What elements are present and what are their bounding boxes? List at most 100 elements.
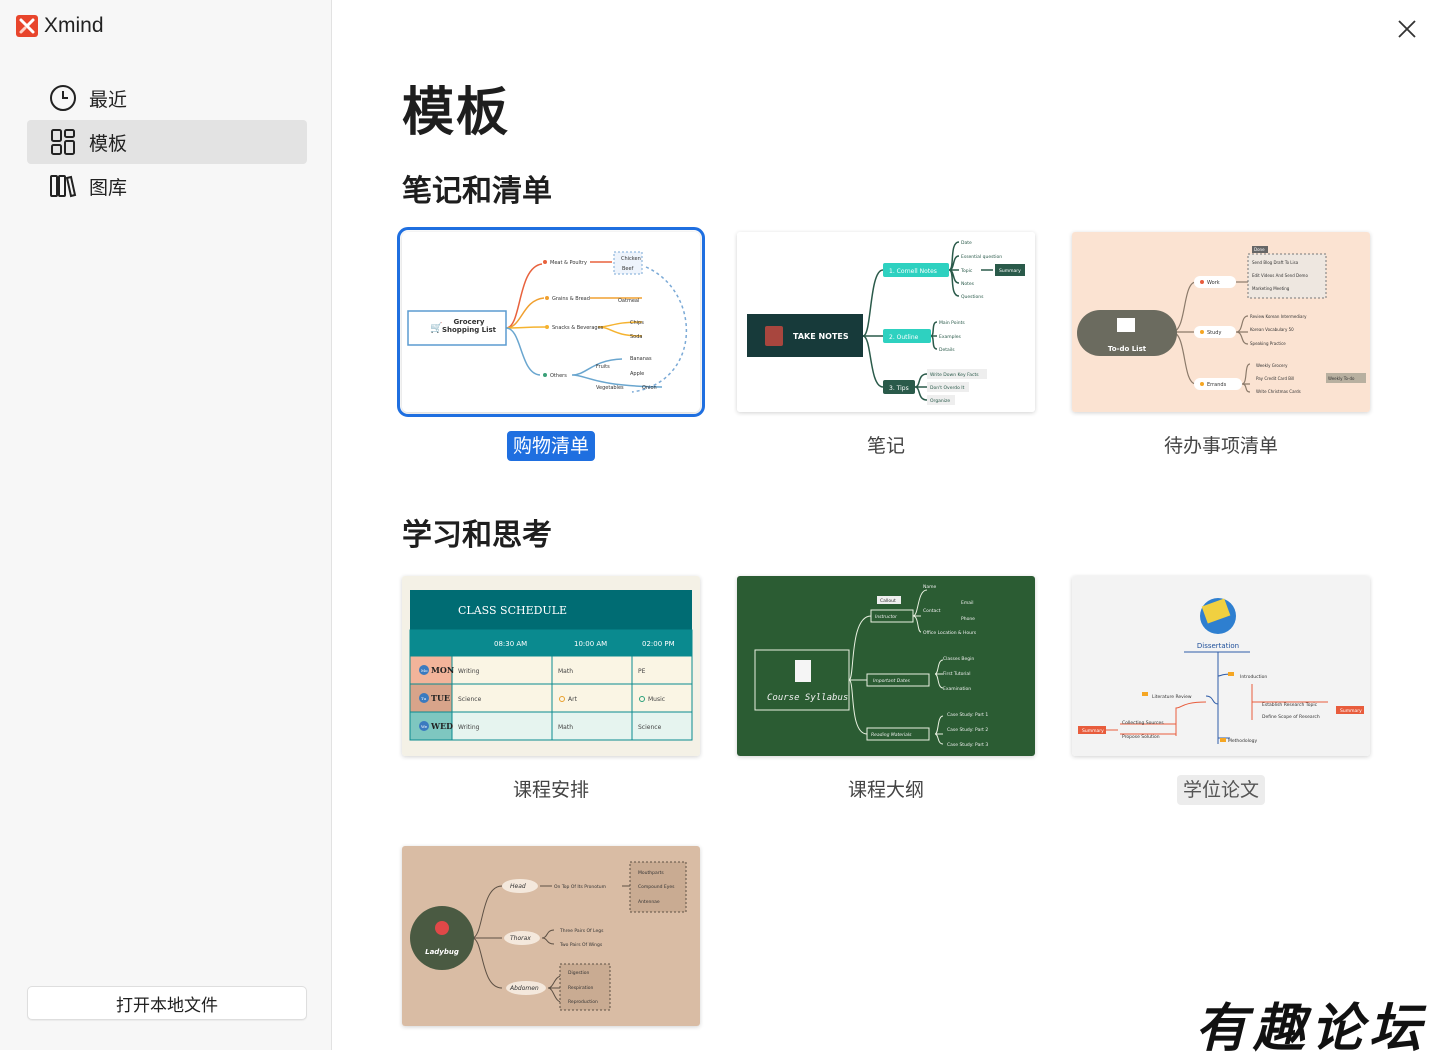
svg-text:Science: Science <box>458 696 482 703</box>
svg-text:Abdomen: Abdomen <box>509 985 539 992</box>
svg-text:Date: Date <box>961 240 972 246</box>
svg-text:Collecting Sources: Collecting Sources <box>1122 720 1164 726</box>
svg-text:Soda: Soda <box>630 334 642 340</box>
template-label-course-syllabus[interactable]: 课程大纲 <box>842 775 930 805</box>
svg-text:Instructor: Instructor <box>875 614 898 620</box>
svg-text:Essential question: Essential question <box>961 254 1002 260</box>
svg-text:Two Pairs Of Wings: Two Pairs Of Wings <box>559 942 603 948</box>
svg-text:Send Blog Draft To Lisa: Send Blog Draft To Lisa <box>1252 260 1299 265</box>
svg-text:Summary: Summary <box>1082 728 1104 734</box>
svg-text:Onion: Onion <box>642 385 657 391</box>
svg-text:Music: Music <box>648 696 665 703</box>
svg-text:Science: Science <box>638 724 662 731</box>
svg-text:Done: Done <box>1254 247 1265 252</box>
svg-text:Art: Art <box>568 696 578 703</box>
svg-text:Case Study: Part 1: Case Study: Part 1 <box>947 712 988 718</box>
sidebar-item-templates[interactable]: 模板 <box>27 120 307 164</box>
svg-text:Writing: Writing <box>458 724 480 731</box>
template-preview-dissertation: Dissertation Introduction Literature Rev… <box>1072 576 1370 756</box>
svg-text:Classes Begin: Classes Begin <box>943 656 974 662</box>
sidebar-item-label: 最近 <box>89 88 128 111</box>
svg-text:On Top Of Its Pronotum: On Top Of Its Pronotum <box>554 884 606 890</box>
sidebar-item-library[interactable]: 图库 <box>27 164 307 208</box>
sidebar-item-recent[interactable]: 最近 <box>27 76 307 120</box>
svg-text:Edit Videos And Send Demo: Edit Videos And Send Demo <box>1252 273 1308 278</box>
library-icon <box>49 172 77 200</box>
svg-text:Others: Others <box>550 373 567 379</box>
template-label-notes[interactable]: 笔记 <box>861 431 911 461</box>
svg-text:Respiration: Respiration <box>568 985 594 991</box>
svg-text:2. Outline: 2. Outline <box>889 334 919 341</box>
svg-text:Digestion: Digestion <box>568 970 589 976</box>
svg-text:Fruits: Fruits <box>596 364 610 370</box>
svg-text:Study: Study <box>1207 330 1221 336</box>
svg-text:Establish Research Topic: Establish Research Topic <box>1262 702 1318 708</box>
svg-text:Korean Vocabulary 50: Korean Vocabulary 50 <box>1250 327 1294 332</box>
template-card-course-syllabus[interactable]: Course Syllabus Callout Instructor Name C… <box>737 576 1035 756</box>
template-label-shopping-list[interactable]: 购物清单 <box>506 431 596 461</box>
svg-text:Work: Work <box>1207 280 1220 286</box>
svg-text:We: We <box>421 724 428 729</box>
svg-text:Case Study: Part 2: Case Study: Part 2 <box>947 727 988 733</box>
svg-text:Beef: Beef <box>622 266 634 272</box>
svg-text:Oatmeal: Oatmeal <box>618 298 639 304</box>
svg-text:PE: PE <box>638 668 646 675</box>
template-card-todo-list[interactable]: To-do List Work Study Errands Done Send … <box>1072 232 1370 412</box>
svg-text:Meat & Poultry: Meat & Poultry <box>550 260 587 266</box>
svg-text:Name: Name <box>923 584 937 590</box>
svg-text:Methodology: Methodology <box>1228 738 1257 744</box>
svg-text:Speaking Practice: Speaking Practice <box>1250 341 1286 346</box>
svg-text:Main Points: Main Points <box>939 320 965 326</box>
svg-text:Phone: Phone <box>961 616 975 622</box>
grid-icon <box>49 128 77 156</box>
svg-text:Contact: Contact <box>923 608 941 614</box>
svg-text:WED: WED <box>430 721 453 731</box>
svg-text:Reading Materials: Reading Materials <box>871 732 912 738</box>
page-title: 模板 <box>402 83 511 143</box>
svg-text:Case Study: Part 3: Case Study: Part 3 <box>947 742 988 748</box>
app-name: Xmind <box>44 14 104 37</box>
svg-text:Bananas: Bananas <box>630 356 652 362</box>
svg-text:Chips: Chips <box>630 320 644 326</box>
template-preview-notes: TAKE NOTES 1. Cornell Notes 2. Outline 3… <box>737 232 1035 412</box>
svg-text:Vegetables: Vegetables <box>596 385 624 391</box>
section-title-study: 学习和思考 <box>402 518 552 553</box>
close-icon[interactable] <box>1394 16 1420 42</box>
svg-text:Topic: Topic <box>960 268 973 274</box>
svg-text:Summary: Summary <box>1340 708 1362 714</box>
open-local-file-button[interactable]: 打开本地文件 <box>27 986 307 1020</box>
svg-text:Email: Email <box>961 600 974 606</box>
svg-text:Reproduction: Reproduction <box>568 999 598 1005</box>
preview-central-label: Course Syllabus <box>767 693 848 703</box>
template-label-class-schedule[interactable]: 课程安排 <box>507 775 595 805</box>
svg-text:Tu: Tu <box>421 696 427 701</box>
svg-text:Head: Head <box>510 883 526 890</box>
svg-text:Compound Eyes: Compound Eyes <box>638 884 675 890</box>
template-card-class-schedule[interactable]: CLASS SCHEDULE 08:30 AM 10:00 AM 02:00 P… <box>402 576 700 756</box>
svg-text:Don't Overdo It: Don't Overdo It <box>930 385 965 391</box>
svg-text:1. Cornell Notes: 1. Cornell Notes <box>889 268 937 275</box>
svg-text:Math: Math <box>558 724 573 731</box>
svg-text:3. Tips: 3. Tips <box>889 385 909 392</box>
template-card-notes[interactable]: TAKE NOTES 1. Cornell Notes 2. Outline 3… <box>737 232 1035 412</box>
svg-text:Callout: Callout <box>880 598 896 604</box>
template-label-todo-list[interactable]: 待办事项清单 <box>1158 431 1284 461</box>
template-card-ladybug[interactable]: Ladybug Head Thorax Abdomen On Top Of It… <box>402 846 700 1026</box>
preview-central-label: TAKE NOTES <box>793 332 849 341</box>
svg-text:Examination: Examination <box>943 686 971 692</box>
svg-text:Weekly Grocery: Weekly Grocery <box>1256 363 1288 368</box>
svg-text:Important Dates: Important Dates <box>873 678 910 684</box>
svg-text:Notes: Notes <box>961 281 975 287</box>
template-card-dissertation[interactable]: Dissertation Introduction Literature Rev… <box>1072 576 1370 756</box>
schedule-time: 08:30 AM <box>494 640 527 648</box>
template-card-shopping-list[interactable]: Grocery Shopping List 🛒 Meat & Poultry Gr… <box>397 227 705 417</box>
template-label-dissertation[interactable]: 学位论文 <box>1176 775 1266 805</box>
svg-text:Write Christmas Cards: Write Christmas Cards <box>1256 389 1301 394</box>
svg-text:Details: Details <box>939 347 955 353</box>
svg-text:Snacks & Beverages: Snacks & Beverages <box>552 325 604 331</box>
svg-text:Apple: Apple <box>630 371 644 377</box>
preview-central-label: Dissertation <box>1197 642 1239 650</box>
clock-icon <box>49 84 77 112</box>
svg-text:Marketing Meeting: Marketing Meeting <box>1252 286 1290 291</box>
template-preview-ladybug: Ladybug Head Thorax Abdomen On Top Of It… <box>402 846 700 1026</box>
